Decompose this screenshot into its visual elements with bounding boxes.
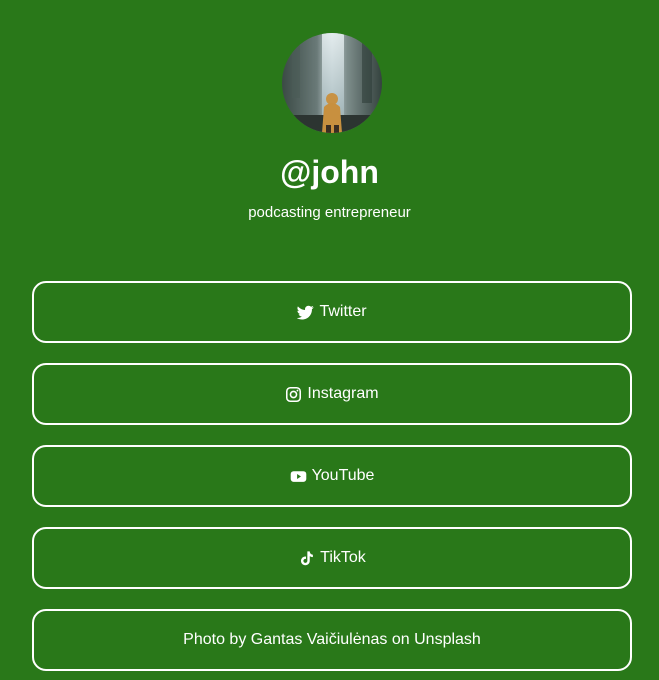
youtube-icon: [290, 468, 307, 485]
instagram-link-label: Instagram: [307, 385, 379, 402]
photo-credit-label: Photo by Gantas Vaičiulėnas on Unsplash: [183, 631, 481, 648]
profile-handle: @john: [280, 154, 379, 190]
youtube-link-button[interactable]: YouTube: [32, 445, 632, 507]
instagram-link-button[interactable]: Instagram: [32, 363, 632, 425]
instagram-icon: [285, 386, 302, 403]
twitter-link-button[interactable]: Twitter: [32, 281, 632, 343]
twitter-link-label: Twitter: [319, 303, 367, 320]
links-list: Twitter Instagram YouTube TikTok Photo b…: [32, 281, 632, 680]
tiktok-link-button[interactable]: TikTok: [32, 527, 632, 589]
tiktok-icon: [298, 550, 315, 567]
profile-bio: podcasting entrepreneur: [248, 204, 411, 221]
profile-avatar: [282, 33, 382, 133]
twitter-icon: [297, 304, 315, 321]
photo-credit-link-button[interactable]: Photo by Gantas Vaičiulėnas on Unsplash: [32, 609, 632, 671]
youtube-link-label: YouTube: [311, 467, 375, 484]
tiktok-link-label: TikTok: [320, 549, 366, 566]
